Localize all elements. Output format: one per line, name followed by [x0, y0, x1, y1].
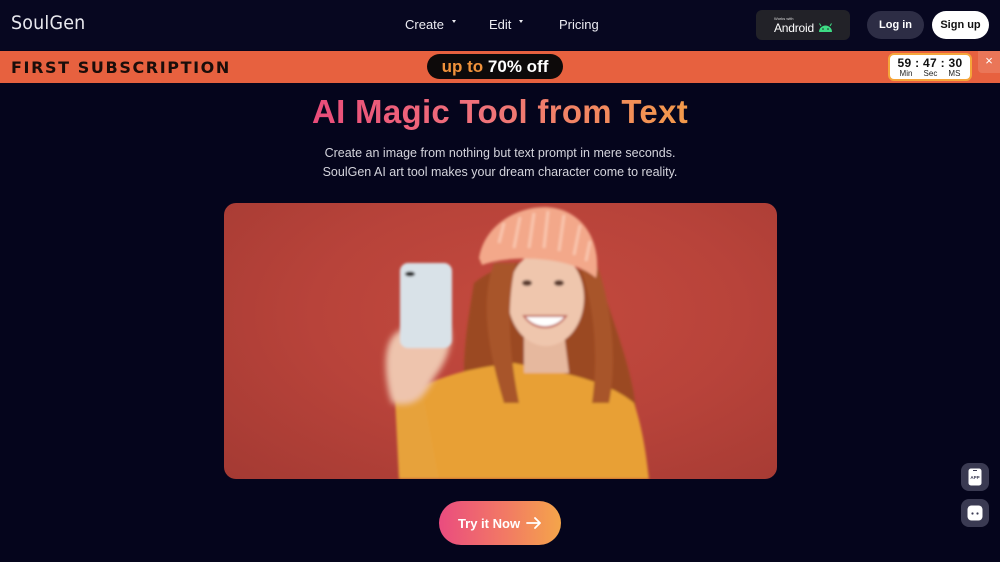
- logo[interactable]: SoulGen: [11, 12, 85, 34]
- nav-create[interactable]: Create: [405, 17, 457, 32]
- try-it-now-label: Try it Now: [457, 515, 521, 531]
- page-title: AI Magic Tool from Text: [0, 93, 1000, 131]
- timer-label-ms: MS: [948, 69, 961, 78]
- subtitle-line-2: SoulGen AI art tool makes your dream cha…: [322, 165, 678, 179]
- countdown-timer: 59 : 47 : 30 Min Sec MS: [888, 53, 972, 81]
- timer-minutes: 59: [897, 56, 912, 70]
- selfie-illustration: [385, 207, 649, 479]
- signup-button[interactable]: Sign up: [932, 11, 989, 39]
- discount-pill: up to 70% off: [427, 54, 563, 79]
- nav-edit[interactable]: Edit: [489, 17, 524, 32]
- try-it-now-button[interactable]: Try it Now: [439, 501, 561, 545]
- page-title-text: AI Magic Tool from Text: [311, 93, 689, 130]
- android-icon: [819, 23, 832, 32]
- top-navbar: SoulGen Create Edit Pricing Works with A…: [0, 0, 1000, 50]
- phone-camera: [405, 271, 415, 277]
- arrow-right-icon: [526, 517, 541, 529]
- nav-create-label: Create: [405, 17, 445, 32]
- caret-down-icon: [452, 20, 457, 23]
- android-badge-name: Android: [774, 21, 814, 35]
- timer-label-sec: Sec: [923, 69, 938, 78]
- timer-ms: 30: [948, 56, 963, 70]
- close-icon[interactable]: ×: [978, 51, 1000, 73]
- timer-separator: :: [940, 56, 945, 70]
- app-label: APP: [970, 475, 979, 480]
- hero-image: [224, 203, 777, 479]
- timer-separator: :: [915, 56, 920, 70]
- chat-bot-button[interactable]: [961, 499, 989, 527]
- login-button[interactable]: Log in: [867, 11, 924, 39]
- nav-edit-label: Edit: [489, 17, 512, 32]
- timer-labels: Min Sec MS: [890, 69, 970, 78]
- promo-banner[interactable]: FIRST SUBSCRIPTION up to 70% off 59 : 47…: [0, 51, 1000, 83]
- timer-digits: 59 : 47 : 30: [890, 56, 970, 70]
- timer-label-min: Min: [899, 69, 913, 78]
- caret-down-icon: [519, 20, 524, 23]
- timer-seconds: 47: [923, 56, 937, 70]
- app-download-button[interactable]: APP: [961, 463, 989, 491]
- eye-left: [522, 280, 532, 286]
- discount-prefix: up to: [441, 57, 484, 76]
- subtitle-line-1: Create an image from nothing but text pr…: [324, 146, 676, 160]
- eye-right: [554, 280, 564, 286]
- android-app-badge[interactable]: Works with Android: [756, 10, 850, 40]
- nav-pricing-label: Pricing: [559, 17, 599, 32]
- promo-title: FIRST SUBSCRIPTION: [11, 58, 231, 77]
- discount-value: 70% off: [487, 57, 549, 76]
- chat-bot-icon: [967, 505, 983, 521]
- app-download-icon: APP: [968, 468, 982, 486]
- nav-pricing[interactable]: Pricing: [559, 17, 599, 32]
